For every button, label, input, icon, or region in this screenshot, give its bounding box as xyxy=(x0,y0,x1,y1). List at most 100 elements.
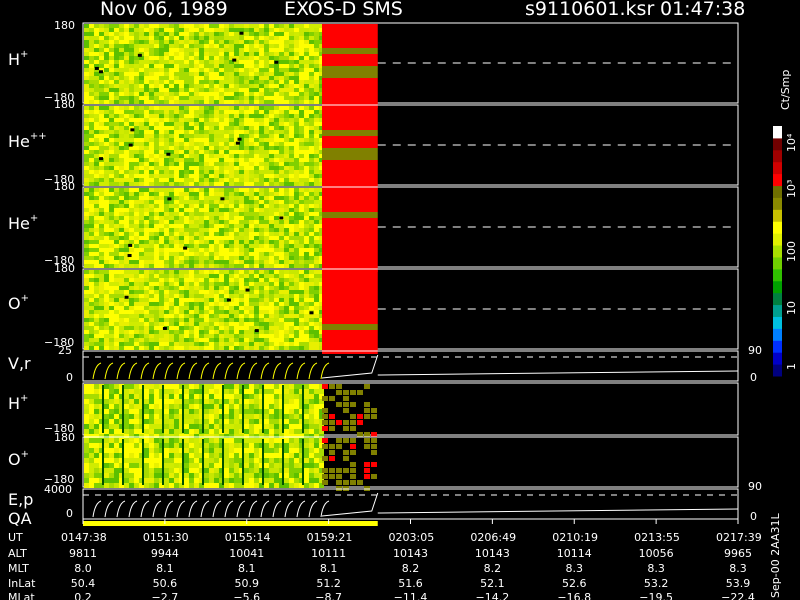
heatmap-cell xyxy=(209,200,214,204)
heatmap-cell xyxy=(89,419,94,424)
heatmap-cell xyxy=(259,170,264,174)
heatmap-cell xyxy=(299,330,304,334)
heatmap-cell xyxy=(350,414,356,419)
heatmap-cell xyxy=(144,483,149,488)
heatmap-cell xyxy=(209,228,214,232)
heatmap-cell xyxy=(159,208,164,212)
heatmap-cell xyxy=(104,122,109,126)
heatmap-cell xyxy=(94,342,99,346)
heatmap-cell xyxy=(204,138,209,142)
heatmap-cell xyxy=(144,318,149,322)
heatmap-cell xyxy=(274,170,279,174)
heatmap-cell xyxy=(284,44,289,48)
heatmap-cell xyxy=(174,84,179,88)
heatmap-cell xyxy=(209,274,214,278)
heatmap-cell xyxy=(244,200,249,204)
heatmap-cell xyxy=(184,256,189,260)
heatmap-cell xyxy=(109,483,114,488)
heatmap-cell xyxy=(209,314,214,318)
heatmap-cell xyxy=(84,84,89,88)
heatmap-cell xyxy=(284,224,289,228)
heatmap-cell xyxy=(229,244,234,248)
heatmap-cell xyxy=(284,122,289,126)
heatmap-cell xyxy=(314,306,319,310)
heatmap-cell xyxy=(129,146,134,150)
heatmap-cell xyxy=(139,72,144,76)
heatmap-cell xyxy=(159,52,164,56)
heatmap-cell xyxy=(274,32,279,36)
heatmap-cell xyxy=(99,64,104,68)
heatmap-cell xyxy=(219,294,224,298)
heatmap-cell xyxy=(294,443,299,448)
heatmap-cell xyxy=(244,76,249,80)
heatmap-cell xyxy=(94,448,99,453)
heatmap-cell xyxy=(274,68,279,72)
heatmap-cell xyxy=(164,342,169,346)
heatmap-cell xyxy=(174,166,179,170)
heatmap-cell xyxy=(214,68,219,72)
heatmap-cell xyxy=(104,76,109,80)
heatmap-cell xyxy=(204,282,209,286)
heatmap-cell xyxy=(219,338,224,342)
heatmap-cell xyxy=(269,294,274,298)
heatmap-cell xyxy=(234,200,239,204)
heatmap-cell xyxy=(84,220,89,224)
heatmap-cell xyxy=(219,228,224,232)
heatmap-cell xyxy=(139,330,144,334)
heatmap-cell xyxy=(204,134,209,138)
heatmap-cell xyxy=(174,114,179,118)
heatmap-cell xyxy=(279,154,284,158)
heatmap-cell xyxy=(129,384,134,389)
heatmap-cell xyxy=(259,60,264,64)
heatmap-cell xyxy=(274,220,279,224)
heatmap-cell xyxy=(94,72,99,76)
heatmap-cell xyxy=(279,220,284,224)
heatmap-cell xyxy=(244,92,249,96)
heatmap-cell xyxy=(114,48,119,52)
heatmap-cell xyxy=(249,84,254,88)
heatmap-cell xyxy=(254,448,259,453)
heatmap-cell xyxy=(84,92,89,96)
heatmap-cell xyxy=(84,478,89,483)
heatmap-cell xyxy=(214,118,219,122)
heatmap-cell xyxy=(144,298,149,302)
heatmap-cell xyxy=(254,166,259,170)
heatmap-cell xyxy=(144,212,149,216)
heatmap-cell xyxy=(139,114,144,118)
heatmap-cell xyxy=(154,384,159,389)
heatmap-cell xyxy=(269,56,274,60)
heatmap-cell xyxy=(294,40,299,44)
heatmap-cell xyxy=(89,244,94,248)
heatmap-cell xyxy=(274,150,279,154)
heatmap-cell xyxy=(294,72,299,76)
heatmap-cell xyxy=(189,56,194,60)
heatmap-cell xyxy=(269,278,274,282)
heatmap-cell xyxy=(234,196,239,200)
heatmap-cell xyxy=(289,174,294,178)
heatmap-cell xyxy=(179,174,184,178)
heatmap-cell xyxy=(144,294,149,298)
heatmap-cell xyxy=(299,158,304,162)
heatmap-cell xyxy=(194,224,199,228)
heatmap-cell xyxy=(224,228,229,232)
heatmap-cell xyxy=(124,52,129,56)
heatmap-cell xyxy=(209,28,214,32)
heatmap-cell xyxy=(184,170,189,174)
heatmap-cell xyxy=(169,448,174,453)
heatmap-cell xyxy=(149,310,154,314)
heatmap-cell xyxy=(179,334,184,338)
heatmap-cell xyxy=(94,443,99,448)
heatmap-cell xyxy=(269,228,274,232)
heatmap-cell xyxy=(154,260,159,264)
heatmap-cell xyxy=(169,342,174,346)
heatmap-cell xyxy=(229,478,234,483)
heatmap-cell xyxy=(199,196,204,200)
heatmap-cell xyxy=(322,36,378,42)
heatmap-cell xyxy=(189,409,194,414)
heatmap-cell xyxy=(189,212,194,216)
heatmap-cell xyxy=(84,429,89,434)
heatmap-cell xyxy=(129,458,134,463)
heatmap-cell xyxy=(94,84,99,88)
heatmap-cell xyxy=(139,182,144,186)
heatmap-cell xyxy=(194,72,199,76)
